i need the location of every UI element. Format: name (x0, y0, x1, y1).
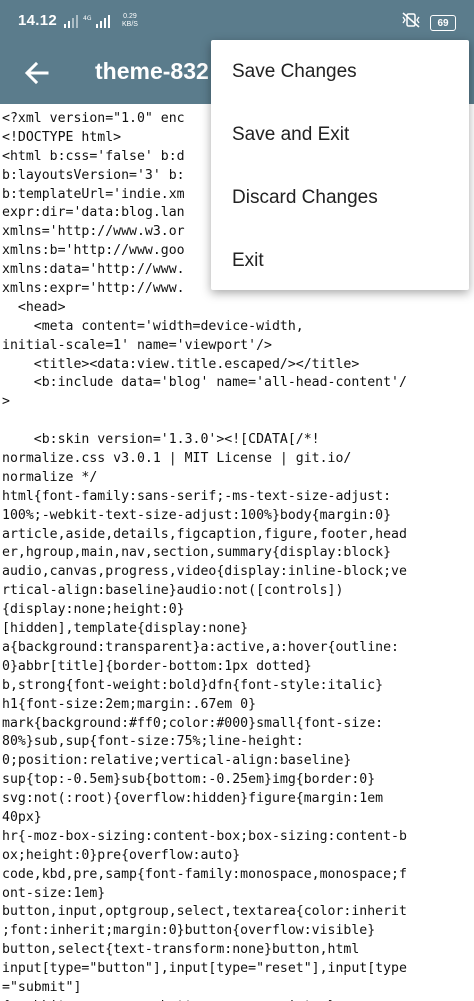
network-speed: 0.29 KB/S (122, 13, 138, 29)
code-line: button,input,optgroup,select,textarea{co… (2, 904, 407, 920)
code-line: button,select{text-transform:none}button… (2, 942, 360, 958)
code-line: <meta content='width=device-width, (2, 318, 304, 334)
code-line: normalize.css v3.0.1 | MIT License | git… (2, 451, 352, 467)
code-line: hr{-moz-box-sizing:content-box;box-sizin… (2, 828, 407, 844)
status-time: 14.12 (18, 12, 58, 29)
code-line: normalize */ (2, 469, 98, 485)
code-line: [hidden],template{display:none} (2, 621, 249, 637)
code-line: > (2, 394, 10, 410)
code-line: article,aside,details,figcaption,figure,… (2, 526, 407, 542)
status-right: 69 (402, 12, 456, 33)
code-line: svg:not(:root){overflow:hidden}figure{ma… (2, 791, 384, 807)
code-line: mark{background:#ff0;color:#000}small{fo… (2, 715, 384, 731)
code-line: 0}abbr[title]{border-bottom:1px dotted} (2, 658, 312, 674)
overflow-menu: Save Changes Save and Exit Discard Chang… (211, 40, 469, 290)
menu-item-save-changes[interactable]: Save Changes (211, 40, 469, 103)
code-line: input[type="button"],input[type="reset"]… (2, 961, 407, 977)
code-line: 80%}sub,sup{font-size:75%;line-height: (2, 734, 304, 750)
back-arrow-icon[interactable] (22, 58, 52, 88)
code-line: h1{font-size:2em;margin:.67em 0} (2, 696, 257, 712)
page-title: theme-832 (95, 58, 209, 84)
code-line: sup{top:-0.5em}sub{bottom:-0.25em}img{bo… (2, 772, 376, 788)
code-line: rtical-align:baseline}audio:not([control… (2, 583, 344, 599)
network-type-label: 4G (83, 15, 92, 22)
code-line: html{font-family:sans-serif;-ms-text-siz… (2, 488, 392, 504)
mute-vibrate-icon (402, 12, 420, 33)
code-line: 100%;-webkit-text-size-adjust:100%}body{… (2, 507, 392, 523)
code-line: initial-scale=1' name='viewport'/> (2, 337, 272, 353)
code-line: a{background:transparent}a:active,a:hove… (2, 639, 399, 655)
code-line: ox;height:0}pre{overflow:auto} (2, 847, 241, 863)
code-line: <head> (2, 299, 66, 315)
code-line: ont-size:1em} (2, 885, 106, 901)
code-line: <b:include data='blog' name='all-head-co… (2, 375, 407, 391)
code-line: <title><data:view.title.escaped/></title… (2, 356, 360, 372)
speed-unit: KB/S (122, 21, 138, 28)
code-line: code,kbd,pre,samp{font-family:monospace,… (2, 866, 407, 882)
status-bar: 14.12 4G 0.29 KB/S 69 (0, 0, 474, 42)
code-line: audio,canvas,progress,video{display:inli… (2, 564, 407, 580)
code-line: ="submit"] (2, 979, 82, 995)
code-line: b,strong{font-weight:bold}dfn{font-style… (2, 677, 384, 693)
menu-item-discard-changes[interactable]: Discard Changes (211, 166, 469, 229)
code-line: {display:none;height:0} (2, 602, 185, 618)
menu-item-save-and-exit[interactable]: Save and Exit (211, 103, 469, 166)
code-line: 40px} (2, 809, 42, 825)
code-line: <b:skin version='1.3.0'><![CDATA[/*! (2, 432, 320, 448)
code-line: ;font:inherit;margin:0}button{overflow:v… (2, 923, 376, 939)
menu-item-exit[interactable]: Exit (211, 229, 469, 292)
code-line: er,hgroup,main,nav,section,summary{displ… (2, 545, 392, 561)
signal-icon: 4G (64, 14, 120, 33)
speed-value: 0.29 (123, 13, 137, 20)
code-line: 0;position:relative;vertical-align:basel… (2, 753, 352, 769)
battery-icon: 69 (430, 14, 456, 31)
